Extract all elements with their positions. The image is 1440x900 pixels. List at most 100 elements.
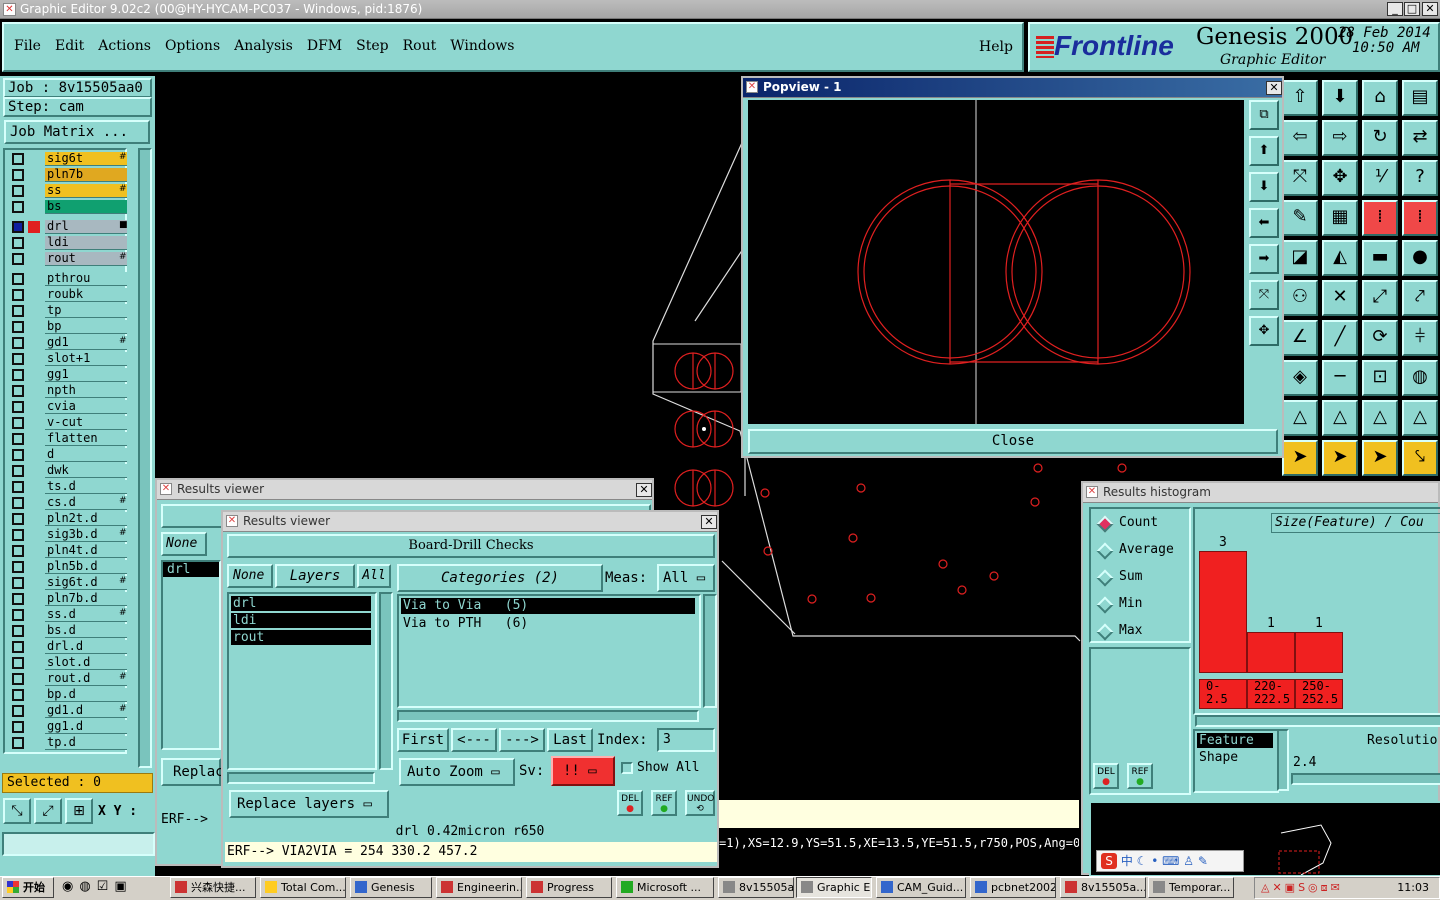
start-button[interactable]: 开始: [2, 877, 54, 898]
layer-row[interactable]: bp: [9, 320, 127, 334]
results-category-item[interactable]: Via to Via (5): [401, 598, 695, 614]
resolution-slider[interactable]: [1291, 773, 1440, 785]
menu-step[interactable]: Step: [356, 38, 388, 54]
results-close-icon[interactable]: ✕: [701, 515, 717, 529]
toolbar-tool-icon[interactable]: ◈: [1282, 360, 1318, 396]
layer-checkbox[interactable]: [12, 221, 24, 233]
toolbar-tool-icon[interactable]: ✥: [1322, 160, 1358, 196]
layer-checkbox[interactable]: [12, 513, 24, 525]
layer-row[interactable]: pthrou: [9, 272, 127, 286]
layer-row[interactable]: rout.d #: [9, 672, 127, 686]
maximize-button[interactable]: □: [1404, 2, 1420, 16]
results-back-item[interactable]: drl: [163, 562, 219, 577]
layer-row[interactable]: tp.d: [9, 736, 127, 750]
ime-toolbar[interactable]: S 中 ☾ • ⌨ ♙ ✎: [1096, 850, 1244, 872]
layer-checkbox[interactable]: [12, 593, 24, 605]
layer-row[interactable]: bs.d: [9, 624, 127, 638]
layer-checkbox[interactable]: [12, 385, 24, 397]
layer-checkbox[interactable]: [12, 641, 24, 653]
histogram-bar[interactable]: [1247, 632, 1295, 673]
close-button[interactable]: ✕: [1422, 2, 1438, 16]
toolbar-tool-icon[interactable]: ⅟: [1362, 160, 1398, 196]
layer-row[interactable]: roubk: [9, 288, 127, 302]
task-button[interactable]: CAM_Guid...: [876, 877, 966, 898]
layer-checkbox[interactable]: [12, 305, 24, 317]
layer-row[interactable]: tp: [9, 304, 127, 318]
results-back-close-icon[interactable]: ✕: [636, 483, 652, 497]
prev-button[interactable]: <---: [451, 728, 497, 752]
toolbar-tool-icon[interactable]: ⇦: [1282, 120, 1318, 156]
histogram-option-sum[interactable]: Sum: [1096, 569, 1187, 587]
toolbar-tool-icon[interactable]: ⇨: [1322, 120, 1358, 156]
histogram-option-min[interactable]: Min: [1096, 596, 1187, 614]
show-all-checkbox[interactable]: [621, 762, 633, 774]
layer-checkbox[interactable]: [12, 465, 24, 477]
layer-row[interactable]: drl.d: [9, 640, 127, 654]
layer-row[interactable]: bs: [9, 200, 127, 214]
toolbar-tool-icon[interactable]: ⤥: [1402, 440, 1438, 476]
toolbar-tool-icon[interactable]: ➤: [1282, 440, 1318, 476]
popview-zoom-in-icon[interactable]: ⧉: [1249, 100, 1279, 130]
task-button[interactable]: 8v15505a...: [1060, 877, 1146, 898]
task-button[interactable]: Microsoft ...: [616, 877, 714, 898]
menu-rout[interactable]: Rout: [403, 38, 437, 54]
layer-checkbox[interactable]: [12, 289, 24, 301]
layer-row[interactable]: gg1: [9, 368, 127, 382]
layer-row[interactable]: pln4t.d: [9, 544, 127, 558]
layer-row[interactable]: gd1 #: [9, 336, 127, 350]
layer-row[interactable]: pln5b.d: [9, 560, 127, 574]
task-button[interactable]: Genesis: [350, 877, 432, 898]
layer-row[interactable]: bp.d: [9, 688, 127, 702]
toolbar-tool-icon[interactable]: △: [1362, 400, 1398, 436]
layer-row[interactable]: pln2t.d: [9, 512, 127, 526]
layer-row[interactable]: npth: [9, 384, 127, 398]
layer-checkbox[interactable]: [12, 673, 24, 685]
toolbar-tool-icon[interactable]: ⇧: [1282, 80, 1318, 116]
layer-checkbox[interactable]: [12, 689, 24, 701]
menu-options[interactable]: Options: [165, 38, 220, 54]
layer-row[interactable]: sig6t.d #: [9, 576, 127, 590]
toolbar-tool-icon[interactable]: ▬: [1362, 240, 1398, 276]
menu-analysis[interactable]: Analysis: [234, 38, 293, 54]
zoom-fit-icon[interactable]: ⤡: [3, 798, 31, 824]
toolbar-tool-icon[interactable]: ?: [1402, 160, 1438, 196]
layer-checkbox[interactable]: [12, 625, 24, 637]
toolbar-tool-icon[interactable]: ↻: [1362, 120, 1398, 156]
layer-checkbox[interactable]: [12, 561, 24, 573]
results-layers-button[interactable]: Layers: [275, 564, 355, 588]
meas-select[interactable]: All ▭: [657, 564, 715, 592]
layer-row[interactable]: d: [9, 448, 127, 462]
results-layer-item[interactable]: ldi: [231, 613, 371, 628]
layer-row[interactable]: drl ■: [9, 220, 128, 234]
toolbar-tool-icon[interactable]: ⫩: [1402, 320, 1438, 356]
layer-row[interactable]: gg1.d: [9, 720, 127, 734]
results-layer-item[interactable]: rout: [231, 630, 371, 645]
layer-row[interactable]: gd1.d #: [9, 704, 127, 718]
toolbar-tool-icon[interactable]: ⤧: [1282, 160, 1318, 196]
task-button[interactable]: Graphic E...: [796, 877, 872, 898]
toolbar-tool-icon[interactable]: ⤤: [1402, 280, 1438, 316]
layer-checkbox[interactable]: [12, 721, 24, 733]
toolbar-tool-icon[interactable]: ●: [1402, 240, 1438, 276]
toolbar-tool-icon[interactable]: ✎: [1282, 200, 1318, 236]
results-del-icon[interactable]: DEL ●: [617, 790, 643, 816]
results-layer-hscroll[interactable]: [227, 772, 375, 784]
zoom-area-icon[interactable]: ⤢: [34, 798, 62, 824]
toolbar-tool-icon[interactable]: ➤: [1322, 440, 1358, 476]
task-button[interactable]: 兴森快捷...: [170, 877, 256, 898]
layer-checkbox[interactable]: [12, 545, 24, 557]
toolbar-tool-icon[interactable]: △: [1322, 400, 1358, 436]
tray-icons[interactable]: ◬✕▣S◎⧈✉: [1261, 878, 1343, 898]
toolbar-tool-icon[interactable]: △: [1402, 400, 1438, 436]
popview-left-icon[interactable]: ⬅: [1249, 208, 1279, 238]
layer-row[interactable]: cs.d #: [9, 496, 127, 510]
toolbar-tool-icon[interactable]: ⁞: [1362, 200, 1398, 236]
toolbar-tool-icon[interactable]: ⤢: [1362, 280, 1398, 316]
toolbar-tool-icon[interactable]: ⁞: [1402, 200, 1438, 236]
popview-pan-icon[interactable]: ✥: [1249, 316, 1279, 346]
layer-checkbox[interactable]: [12, 273, 24, 285]
histogram-option-max[interactable]: Max: [1096, 623, 1187, 641]
layer-checkbox[interactable]: [12, 253, 24, 265]
menu-dfm[interactable]: DFM: [307, 38, 342, 54]
menu-windows[interactable]: Windows: [450, 38, 514, 54]
